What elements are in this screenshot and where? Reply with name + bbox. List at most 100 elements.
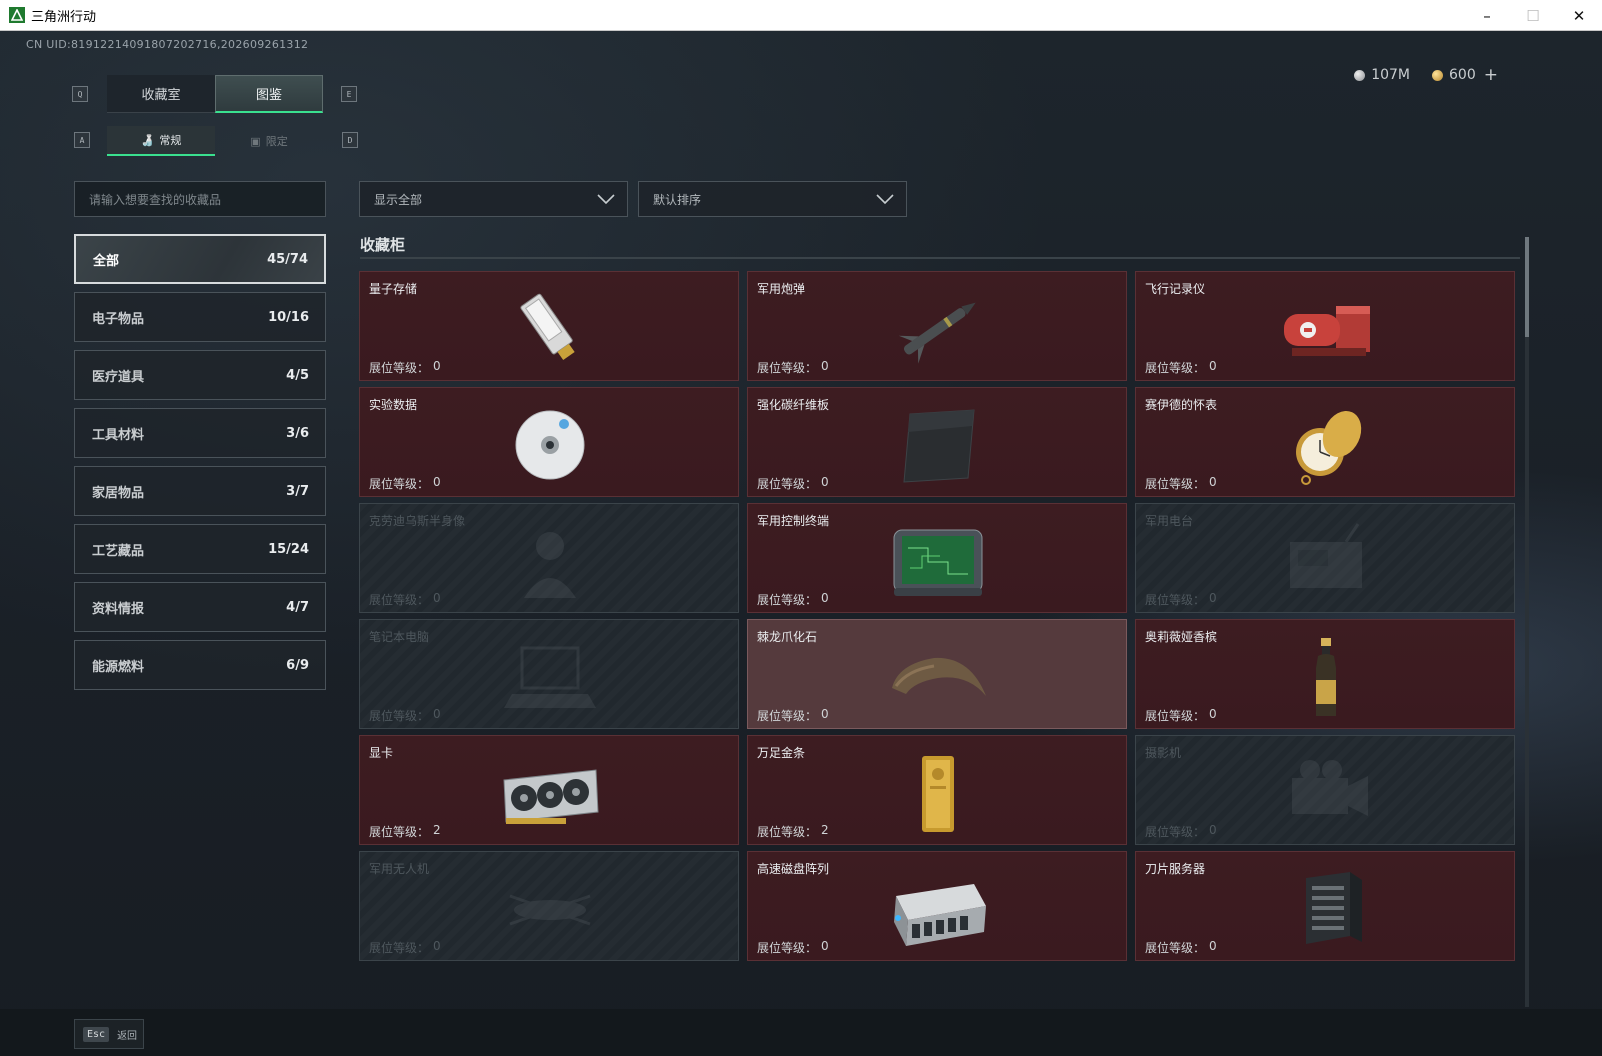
item-level: 展位等级： 0: [757, 475, 829, 492]
search-input[interactable]: 请输入想要查找的收藏品: [74, 181, 326, 217]
category-count: 15/24: [268, 541, 309, 557]
hotkey-q: Q: [72, 86, 88, 102]
level-value: 0: [1209, 939, 1217, 953]
collection-item-card[interactable]: 军用控制终端 展位等级： 0: [747, 503, 1127, 613]
level-label: 展位等级：: [369, 593, 430, 607]
item-level: 展位等级： 0: [757, 359, 829, 376]
collection-item-card[interactable]: 量子存储 展位等级： 0: [359, 271, 739, 381]
category-medical[interactable]: 医疗道具 4/5: [74, 350, 326, 400]
collection-item-card[interactable]: 克劳迪乌斯半身像 展位等级： 0: [359, 503, 739, 613]
collection-item-card[interactable]: 军用电台展位等级： 0: [1135, 503, 1515, 613]
item-level: 展位等级： 0: [1145, 707, 1217, 724]
level-label: 展位等级：: [369, 941, 430, 955]
item-level: 展位等级： 0: [369, 359, 441, 376]
subtab-regular[interactable]: 🍶 常规: [107, 126, 215, 156]
category-label: 资料情报: [92, 601, 145, 617]
level-value: 0: [821, 359, 829, 373]
filter-dropdown[interactable]: 显示全部: [359, 181, 628, 217]
category-intel[interactable]: 资料情报 4/7: [74, 582, 326, 632]
window-title: 三角洲行动: [31, 9, 97, 25]
disc-icon: [500, 402, 600, 488]
item-level: 展位等级： 0: [1145, 475, 1217, 492]
category-electronics[interactable]: 电子物品 10/16: [74, 292, 326, 342]
item-level: 展位等级： 0: [369, 591, 441, 608]
game-viewport: CN UID:8191221409180720271​6,20260926131…: [0, 31, 1602, 1056]
category-count: 4/7: [286, 599, 309, 615]
collection-item-card[interactable]: 万足金条 展位等级： 2: [747, 735, 1127, 845]
category-all[interactable]: 全部 45/74: [74, 234, 326, 284]
chevron-down-icon: [876, 194, 894, 205]
gold-amount: 600: [1449, 67, 1476, 83]
silver-coin-icon: [1354, 69, 1366, 81]
item-level: 展位等级： 0: [1145, 359, 1217, 376]
missile-icon: [888, 286, 988, 372]
filter-dropdown-label: 显示全部: [374, 192, 423, 207]
category-household[interactable]: 家居物品 3/7: [74, 466, 326, 516]
grid-scrollbar[interactable]: [1525, 237, 1529, 1007]
bottle-icon: 🍶: [140, 133, 155, 147]
item-name: 高速磁盘阵列: [757, 862, 830, 876]
category-tools[interactable]: 工具材料 3/6: [74, 408, 326, 458]
item-name: 军用炮弹: [757, 282, 806, 296]
collection-item-card[interactable]: 强化碳纤维板 展位等级： 0: [747, 387, 1127, 497]
collection-item-card[interactable]: 棘龙爪化石 展位等级： 0: [747, 619, 1127, 729]
level-value: 0: [821, 939, 829, 953]
item-name: 军用电台: [1145, 514, 1194, 528]
account-uid: CN UID:8191221409180720271​6,20260926131…: [26, 38, 309, 51]
minimize-button[interactable]: –: [1464, 0, 1510, 31]
category-energy[interactable]: 能源燃料 6/9: [74, 640, 326, 690]
item-name: 军用控制终端: [757, 514, 830, 528]
category-label: 工具材料: [92, 427, 145, 443]
close-button[interactable]: ✕: [1556, 0, 1602, 31]
collection-grid: 量子存储 展位等级： 0 军用炮弹 展位等级： 0 飞行记录仪 展位等级： 0 实验数据 展位等级：…: [359, 271, 1519, 1001]
collection-item-card[interactable]: 军用无人机 展位等级： 0: [359, 851, 739, 961]
gold-currency: 600 +: [1432, 65, 1498, 85]
window-titlebar: 三角洲行动 – ☐ ✕: [0, 0, 1602, 31]
collection-item-card[interactable]: 赛伊德的怀表 展位等级： 0: [1135, 387, 1515, 497]
collection-item-card[interactable]: 实验数据 展位等级： 0: [359, 387, 739, 497]
level-value: 0: [1209, 475, 1217, 489]
hotkey-e: E: [341, 86, 357, 102]
add-currency-button[interactable]: +: [1484, 65, 1498, 85]
level-value: 0: [821, 707, 829, 721]
radio-icon: [1276, 518, 1376, 604]
item-level: 展位等级： 0: [369, 475, 441, 492]
tab-catalog[interactable]: 图鉴: [215, 75, 323, 113]
collection-item-card[interactable]: 奥莉薇娅香槟 展位等级： 0: [1135, 619, 1515, 729]
disk-array-icon: [888, 866, 988, 952]
category-label: 能源燃料: [92, 659, 145, 675]
level-value: 0: [1209, 359, 1217, 373]
category-crafts[interactable]: 工艺藏品 15/24: [74, 524, 326, 574]
collection-item-card[interactable]: 高速磁盘阵列 展位等级： 0: [747, 851, 1127, 961]
category-count: 6/9: [286, 657, 309, 673]
section-divider: [360, 257, 1520, 259]
collection-item-card[interactable]: 笔记本电脑 展位等级： 0: [359, 619, 739, 729]
scrollbar-thumb[interactable]: [1525, 237, 1529, 337]
item-name: 克劳迪乌斯半身像: [369, 514, 466, 528]
item-name: 赛伊德的怀表: [1145, 398, 1218, 412]
item-level: 展位等级： 0: [369, 707, 441, 724]
category-count: 10/16: [268, 309, 309, 325]
sort-dropdown[interactable]: 默认排序: [638, 181, 907, 217]
collection-item-card[interactable]: 飞行记录仪 展位等级： 0: [1135, 271, 1515, 381]
category-label: 工艺藏品: [92, 543, 145, 559]
back-button[interactable]: Esc 返回: [74, 1019, 144, 1049]
collection-item-card[interactable]: 摄影机 展位等级： 0: [1135, 735, 1515, 845]
gold-bar-icon: [888, 750, 988, 836]
category-count: 3/6: [286, 425, 309, 441]
collection-item-card[interactable]: 显卡 展位等级： 2: [359, 735, 739, 845]
collection-item-card[interactable]: 刀片服务器 展位等级： 0: [1135, 851, 1515, 961]
level-value: 0: [433, 475, 441, 489]
tab-collection-room[interactable]: 收藏室: [107, 75, 215, 113]
subtab-limited[interactable]: ▣ 限定: [215, 126, 323, 156]
item-level: 展位等级： 0: [1145, 591, 1217, 608]
level-label: 展位等级：: [369, 361, 430, 375]
hotkey-a: A: [74, 132, 90, 148]
section-title: 收藏柜: [360, 236, 406, 254]
level-label: 展位等级：: [757, 709, 818, 723]
level-label: 展位等级：: [1145, 941, 1206, 955]
maximize-button[interactable]: ☐: [1510, 0, 1556, 31]
collection-item-card[interactable]: 军用炮弹展位等级： 0: [747, 271, 1127, 381]
usb-drive-icon: [500, 286, 600, 372]
item-name: 摄影机: [1145, 746, 1182, 760]
